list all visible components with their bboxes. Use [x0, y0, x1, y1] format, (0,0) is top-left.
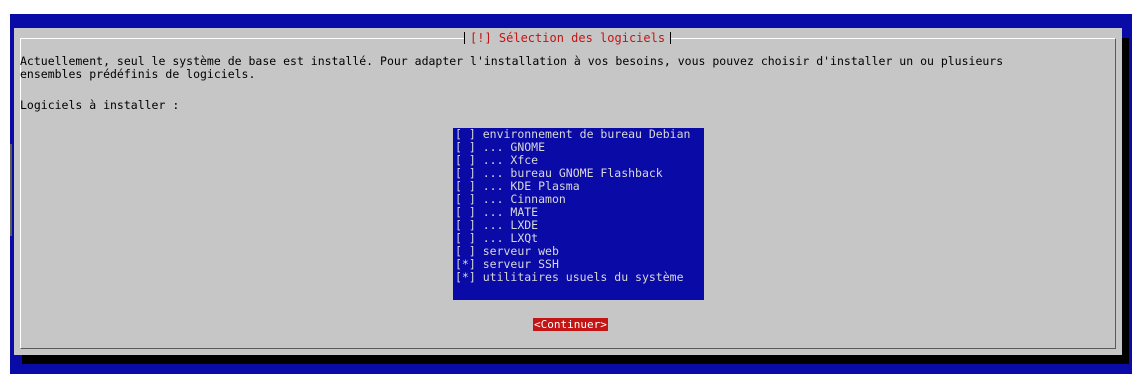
- installer-screen: [!] Sélection des logiciels Actuellement…: [0, 0, 1137, 381]
- software-item-label: ... Cinnamon: [482, 192, 566, 206]
- software-item-system-utilities[interactable]: [*] utilitaires usuels du système: [453, 271, 704, 284]
- software-item-label: ... Xfce: [482, 153, 539, 167]
- dialog-title: [!] Sélection des logiciels: [464, 29, 672, 47]
- software-item-label: ... bureau GNOME Flashback: [482, 166, 663, 180]
- checkbox[interactable]: [*]: [455, 271, 476, 284]
- software-item-label: environnement de bureau Debian: [482, 127, 691, 141]
- software-item-label: ... LXDE: [482, 218, 539, 232]
- continue-button[interactable]: <Continuer>: [533, 318, 608, 331]
- dialog-side-scroll-mark: [10, 144, 12, 236]
- software-list-label: Logiciels à installer :: [20, 98, 180, 112]
- software-item-label: ... GNOME: [482, 140, 546, 154]
- software-checklist[interactable]: [ ] environnement de bureau Debian [ ] .…: [453, 128, 704, 300]
- software-item-label: ... KDE Plasma: [482, 179, 580, 193]
- software-item-label: serveur SSH: [482, 257, 559, 271]
- software-item-label: serveur web: [482, 244, 559, 258]
- software-item-label: utilitaires usuels du système: [482, 270, 684, 284]
- software-item-label: ... LXQt: [482, 231, 539, 245]
- intro-text-line-2: ensembles prédéfinis de logiciels.: [20, 67, 256, 81]
- software-selection-dialog: [!] Sélection des logiciels Actuellement…: [10, 28, 1122, 355]
- software-item-label: ... MATE: [482, 205, 539, 219]
